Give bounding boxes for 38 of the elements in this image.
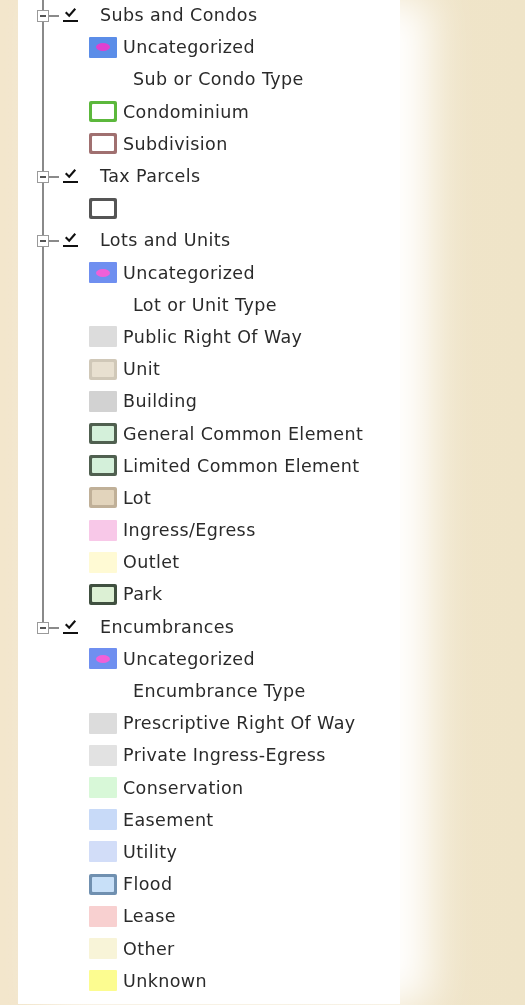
legend-label: Easement	[123, 809, 214, 830]
legend-label: Limited Common Element	[123, 455, 360, 476]
legend-label: Prescriptive Right Of Way	[123, 713, 356, 734]
legend-label: Private Ingress-Egress	[123, 745, 326, 766]
legend-label: Unknown	[123, 970, 208, 991]
collapse-button[interactable]	[37, 170, 49, 183]
legend-label: Ingress/Egress	[123, 520, 256, 541]
layer-checkbox[interactable]	[63, 167, 78, 183]
collapse-button[interactable]	[37, 10, 49, 22]
legend-label: Park	[123, 584, 163, 605]
layer-checkbox[interactable]	[63, 232, 78, 248]
legend-label: Unit	[123, 359, 161, 380]
legend-label: Conservation	[123, 777, 244, 798]
layer-name[interactable]: Subs and Condos	[100, 5, 258, 26]
legend-label: Uncategorized	[123, 262, 255, 283]
legend-label: Uncategorized	[123, 648, 255, 669]
legend-label: Public Right Of Way	[123, 326, 303, 347]
legend-label: Other	[123, 938, 175, 959]
collapse-button[interactable]	[37, 621, 49, 634]
layer-name[interactable]: Tax Parcels	[100, 166, 201, 187]
legend-label: Outlet	[123, 552, 180, 573]
legend-label: Subdivision	[123, 133, 228, 154]
legend-label: Uncategorized	[123, 37, 255, 58]
legend-heading: Lot or Unit Type	[133, 294, 277, 315]
legend-label: Lease	[123, 906, 176, 927]
legend-label: Building	[123, 391, 198, 412]
legend-label: Flood	[123, 874, 173, 895]
layer-name[interactable]: Lots and Units	[100, 230, 231, 251]
legend-heading: Encumbrance Type	[133, 681, 306, 702]
layer-checkbox[interactable]	[63, 618, 78, 634]
collapse-button[interactable]	[37, 235, 49, 248]
legend-label: Lot	[123, 487, 152, 508]
legend-label: Utility	[123, 841, 178, 862]
layer-name[interactable]: Encumbrances	[100, 616, 235, 637]
legend-heading: Sub or Condo Type	[133, 69, 304, 90]
layer-checkbox[interactable]	[63, 7, 78, 22]
legend-label: Condominium	[123, 101, 250, 122]
legend-label: General Common Element	[123, 423, 364, 444]
